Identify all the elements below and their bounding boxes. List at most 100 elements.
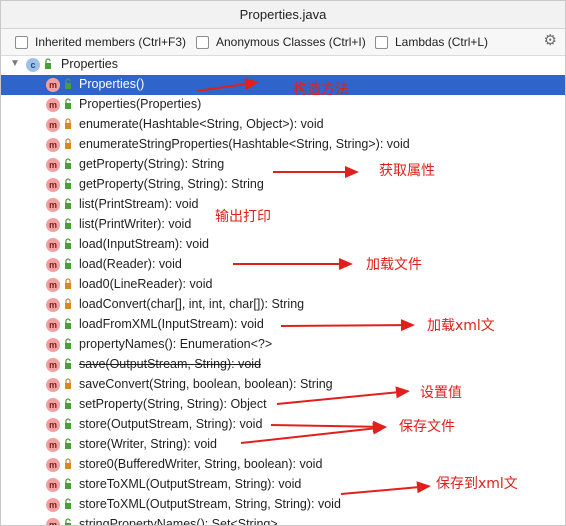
structure-popup: Properties.java Inherited members (Ctrl+… xyxy=(0,0,566,526)
tree-method-row[interactable]: m save(OutputStream, String): void xyxy=(1,355,565,375)
method-label: load(Reader): void xyxy=(79,257,182,271)
tree-root-label: Properties xyxy=(61,57,118,71)
method-label: save(OutputStream, String): void xyxy=(79,357,262,371)
method-label: load(InputStream): void xyxy=(79,237,209,251)
public-visibility-icon xyxy=(65,478,71,489)
method-icon: m xyxy=(46,398,60,412)
inherited-members-label: Inherited members (Ctrl+F3) xyxy=(35,35,187,49)
tree-method-row[interactable]: m propertyNames(): Enumeration<?> xyxy=(1,335,565,355)
tree-method-row[interactable]: m load(Reader): void xyxy=(1,255,565,275)
tree-method-row[interactable]: m getProperty(String, String): String xyxy=(1,175,565,195)
method-icon: m xyxy=(46,158,60,172)
method-label: list(PrintWriter): void xyxy=(79,217,192,231)
private-lock-icon xyxy=(65,118,71,129)
lambdas-option[interactable]: Lambdas (Ctrl+L) xyxy=(375,34,488,50)
tree-method-row[interactable]: m stringPropertyNames(): Set<String> xyxy=(1,515,565,526)
method-icon: m xyxy=(46,478,60,492)
public-visibility-icon xyxy=(65,318,71,329)
method-label: getProperty(String, String): String xyxy=(79,177,264,191)
method-icon: m xyxy=(46,358,60,372)
method-icon: m xyxy=(46,498,60,512)
public-visibility-icon xyxy=(65,198,71,209)
tree-method-row[interactable]: m list(PrintWriter): void xyxy=(1,215,565,235)
method-icon: m xyxy=(46,258,60,272)
method-icon: m xyxy=(46,78,60,92)
tree-method-row[interactable]: m store(OutputStream, String): void xyxy=(1,415,565,435)
tree-method-row[interactable]: m Properties(Properties) xyxy=(1,95,565,115)
tree-method-row[interactable]: m saveConvert(String, boolean, boolean): … xyxy=(1,375,565,395)
class-icon: c xyxy=(26,58,40,72)
method-label: stringPropertyNames(): Set<String> xyxy=(79,517,278,526)
method-icon: m xyxy=(46,178,60,192)
public-visibility-icon xyxy=(65,238,71,249)
public-visibility-icon xyxy=(65,518,71,525)
public-visibility-icon xyxy=(65,418,71,429)
tree-method-row[interactable]: m enumerateStringProperties(Hashtable<Str… xyxy=(1,135,565,155)
method-icon: m xyxy=(46,298,60,312)
annotation-load-xml: 加载xml文 xyxy=(427,318,495,334)
anonymous-classes-checkbox[interactable] xyxy=(196,35,209,49)
private-lock-icon xyxy=(65,378,71,389)
tree-method-row[interactable]: m load0(LineReader): void xyxy=(1,275,565,295)
method-icon: m xyxy=(46,458,60,472)
method-label: propertyNames(): Enumeration<?> xyxy=(79,337,273,351)
tree-method-row[interactable]: m list(PrintStream): void xyxy=(1,195,565,215)
tree-method-row[interactable]: m load(InputStream): void xyxy=(1,235,565,255)
method-label: setProperty(String, String): Object xyxy=(79,397,267,411)
method-icon: m xyxy=(46,318,60,332)
public-visibility-icon xyxy=(65,398,71,409)
annotation-constructor: 构造方法 xyxy=(293,82,349,98)
method-label: enumerateStringProperties(Hashtable<Stri… xyxy=(79,137,410,151)
public-visibility-icon xyxy=(65,78,71,89)
public-visibility-icon xyxy=(65,338,71,349)
method-icon: m xyxy=(46,438,60,452)
public-visibility-icon xyxy=(45,58,51,69)
tree-method-row[interactable]: m store(Writer, String): void xyxy=(1,435,565,455)
lambdas-checkbox[interactable] xyxy=(375,35,388,49)
inherited-members-checkbox[interactable] xyxy=(15,35,28,49)
structure-tree: ▼ c Properties m Properties() m Properties(… xyxy=(1,55,565,526)
anonymous-classes-option[interactable]: Anonymous Classes (Ctrl+I) xyxy=(196,34,366,50)
method-icon: m xyxy=(46,378,60,392)
method-label: saveConvert(String, boolean, boolean): S… xyxy=(79,377,333,391)
tree-method-row[interactable]: m store0(BufferedWriter, String, boolean)… xyxy=(1,455,565,475)
method-label: store(Writer, String): void xyxy=(79,437,218,451)
tree-method-row[interactable]: m loadConvert(char[], int, int, char[]): … xyxy=(1,295,565,315)
tree-method-row[interactable]: m setProperty(String, String): Object xyxy=(1,395,565,415)
method-icon: m xyxy=(46,238,60,252)
method-label: store(OutputStream, String): void xyxy=(79,417,263,431)
tree-method-row[interactable]: m enumerate(Hashtable<String, Object>): v… xyxy=(1,115,565,135)
gear-icon[interactable]: ⚙ xyxy=(544,33,557,49)
method-label: list(PrintStream): void xyxy=(79,197,199,211)
public-visibility-icon xyxy=(65,258,71,269)
chevron-down-icon[interactable]: ▼ xyxy=(10,58,20,69)
tree-method-row[interactable]: m storeToXML(OutputStream, String, String… xyxy=(1,495,565,515)
annotation-get-property: 获取属性 xyxy=(379,163,435,179)
method-icon: m xyxy=(46,218,60,232)
method-label: getProperty(String): String xyxy=(79,157,225,171)
tree-root-node[interactable]: ▼ c Properties xyxy=(1,55,565,75)
annotation-set-value: 设置值 xyxy=(420,385,462,401)
tree-method-row[interactable]: m getProperty(String): String xyxy=(1,155,565,175)
private-lock-icon xyxy=(65,298,71,309)
method-icon: m xyxy=(46,278,60,292)
public-visibility-icon xyxy=(65,218,71,229)
method-label: store0(BufferedWriter, String, boolean):… xyxy=(79,457,323,471)
tree-method-row[interactable]: m Properties() xyxy=(1,75,565,95)
method-icon: m xyxy=(46,518,60,525)
inherited-members-option[interactable]: Inherited members (Ctrl+F3) xyxy=(15,34,186,50)
method-label: loadConvert(char[], int, int, char[]): S… xyxy=(79,297,305,311)
method-label: enumerate(Hashtable<String, Object>): vo… xyxy=(79,117,324,131)
public-visibility-icon xyxy=(65,498,71,509)
public-visibility-icon xyxy=(65,178,71,189)
public-visibility-icon xyxy=(65,438,71,449)
public-visibility-icon xyxy=(65,98,71,109)
annotation-save-file: 保存文件 xyxy=(399,419,455,435)
method-label: load0(LineReader): void xyxy=(79,277,213,291)
filter-toolbar: Inherited members (Ctrl+F3) Anonymous Cl… xyxy=(1,29,565,56)
lambdas-label: Lambdas (Ctrl+L) xyxy=(395,35,489,49)
annotation-load-file: 加载文件 xyxy=(366,257,422,273)
method-icon: m xyxy=(46,198,60,212)
annotation-list-print: 输出打印 xyxy=(215,209,271,225)
public-visibility-icon xyxy=(65,158,71,169)
